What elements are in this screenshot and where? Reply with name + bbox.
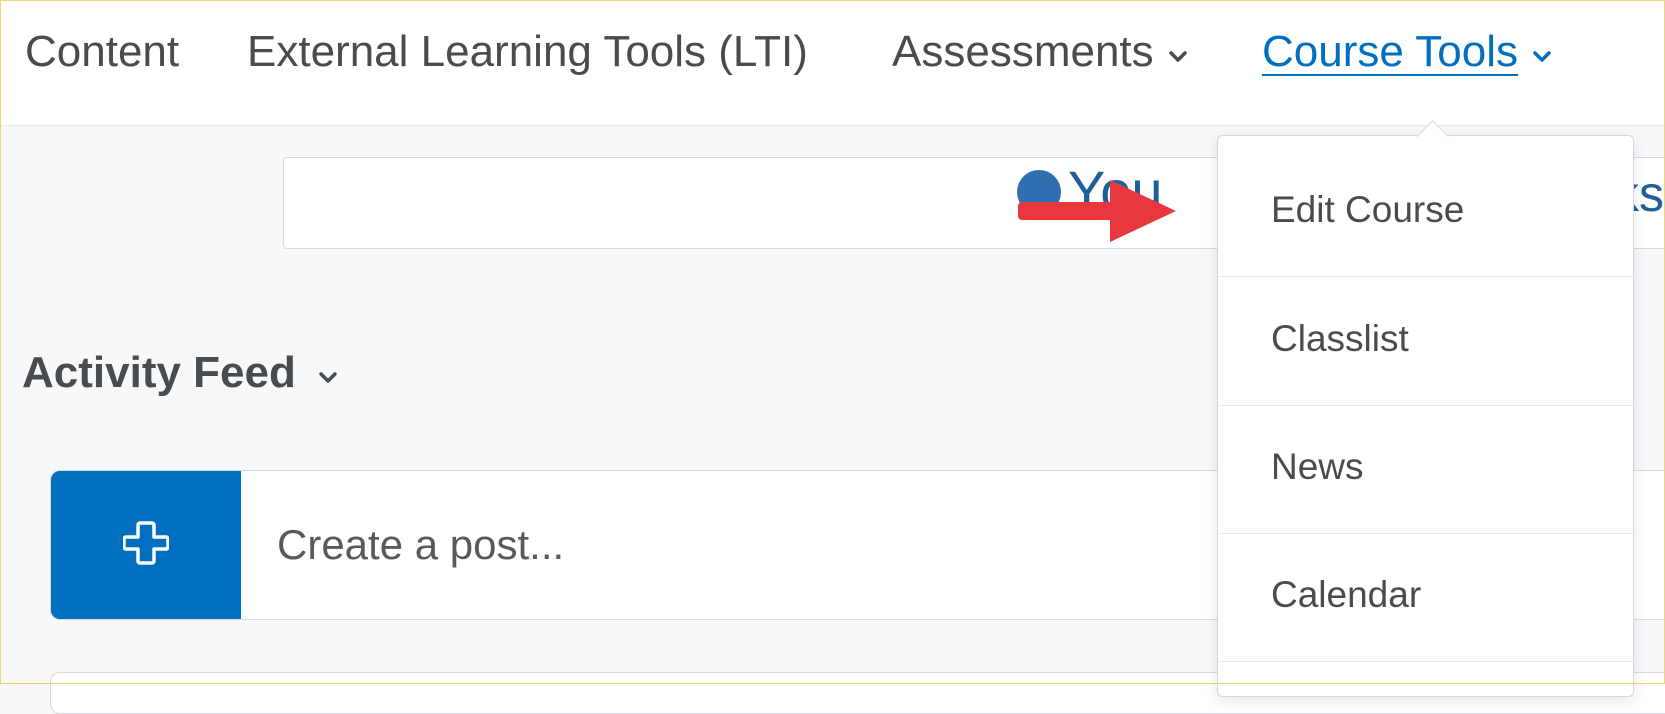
nav-item-assessments[interactable]: Assessments	[892, 26, 1188, 80]
nav-item-external-learning-tools[interactable]: External Learning Tools (LTI)	[247, 26, 808, 78]
chevron-down-icon	[318, 345, 338, 397]
menu-item-edit-course[interactable]: Edit Course	[1218, 136, 1633, 277]
nav-item-label: Course Tools	[1262, 27, 1518, 76]
nav-item-label: Assessments	[892, 27, 1154, 76]
menu-item-calendar[interactable]: Calendar	[1218, 533, 1633, 662]
menu-item-label: News	[1271, 446, 1364, 487]
red-arrow-icon	[1018, 178, 1178, 249]
nav-item-label: External Learning Tools (LTI)	[247, 27, 808, 76]
menu-item-news[interactable]: News	[1218, 405, 1633, 534]
chevron-down-icon	[1168, 24, 1188, 76]
course-tools-dropdown: Edit Course Classlist News Calendar	[1217, 135, 1634, 697]
menu-item-label: Edit Course	[1271, 189, 1465, 230]
menu-item-classlist[interactable]: Classlist	[1218, 277, 1633, 406]
activity-feed-title[interactable]: Activity Feed	[22, 347, 338, 401]
activity-feed-label: Activity Feed	[22, 348, 296, 397]
menu-item-label: Classlist	[1271, 318, 1409, 359]
nav-item-course-tools[interactable]: Course Tools	[1262, 26, 1552, 80]
nav-item-content[interactable]: Content	[25, 26, 179, 78]
nav-item-label: Content	[25, 27, 180, 76]
chevron-down-icon	[1532, 24, 1552, 76]
create-post-input[interactable]: Create a post...	[277, 519, 564, 571]
plus-icon	[122, 520, 170, 571]
course-navbar: Content External Learning Tools (LTI) As…	[0, 0, 1665, 126]
menu-item-label: Calendar	[1271, 574, 1422, 615]
create-post-button[interactable]	[51, 471, 241, 619]
